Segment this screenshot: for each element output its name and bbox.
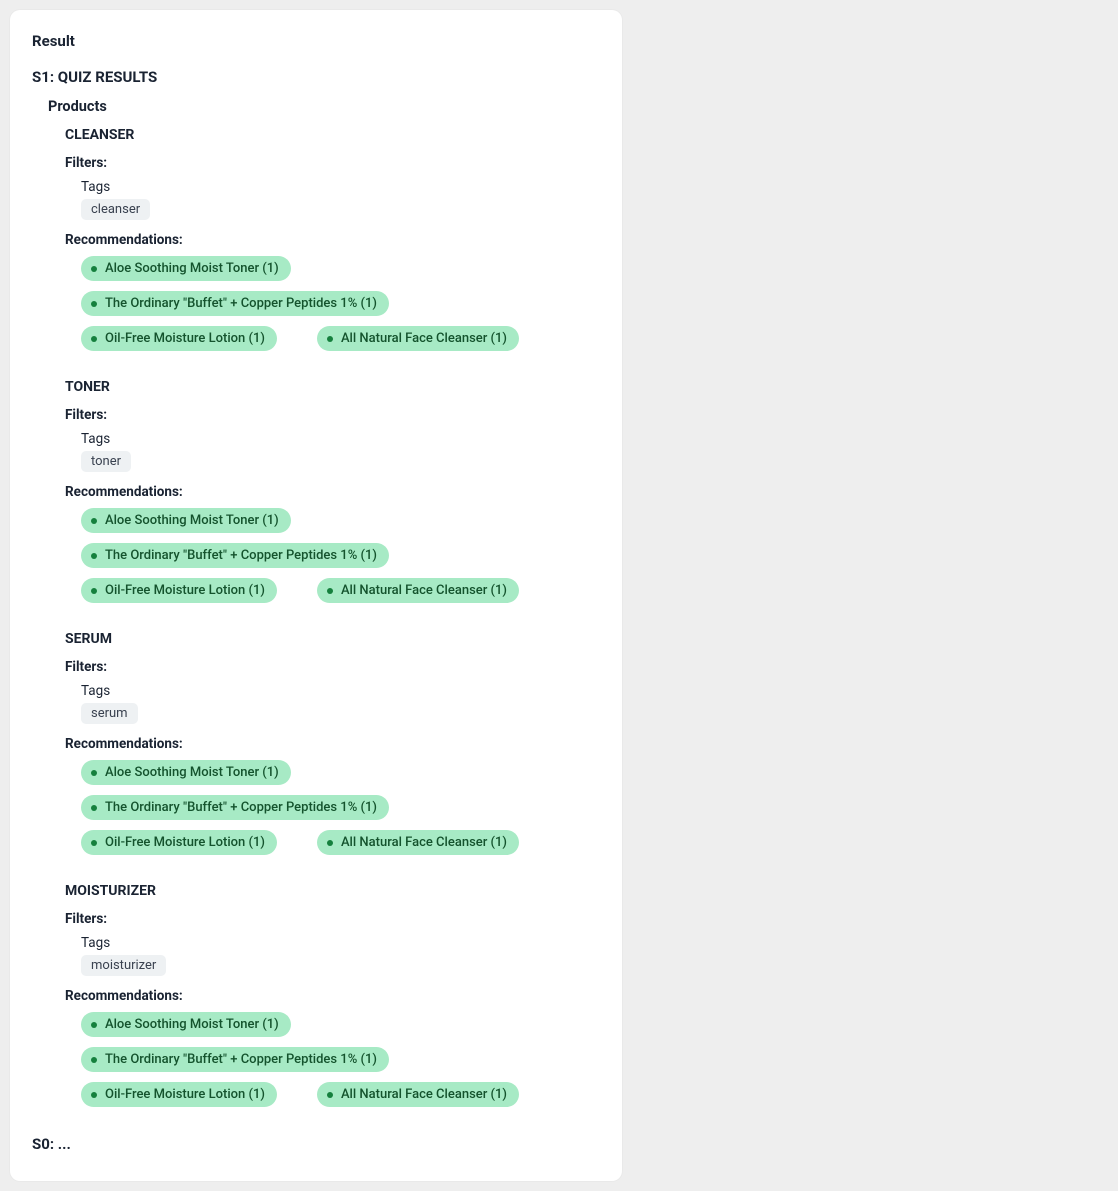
status-dot-icon: [91, 1092, 97, 1098]
recommendation-row: Aloe Soothing Moist Toner (1): [81, 1012, 600, 1037]
status-dot-icon: [91, 336, 97, 342]
recommendation-text: Aloe Soothing Moist Toner (1): [105, 765, 279, 780]
tags-label: Tags: [81, 179, 600, 195]
category-title: MOISTURIZER: [65, 883, 600, 899]
category-title: SERUM: [65, 631, 600, 647]
recommendation-chip[interactable]: Aloe Soothing Moist Toner (1): [81, 256, 291, 281]
status-dot-icon: [91, 1022, 97, 1028]
recommendation-chip[interactable]: Oil-Free Moisture Lotion (1): [81, 578, 277, 603]
filters-label: Filters:: [65, 407, 600, 423]
status-dot-icon: [91, 518, 97, 524]
recommendations-label: Recommendations:: [65, 484, 600, 500]
recommendation-row: The Ordinary "Buffet" + Copper Peptides …: [81, 795, 600, 820]
tags-label: Tags: [81, 683, 600, 699]
category-block: CLEANSER Filters: Tags cleanser Recommendati…: [65, 127, 600, 351]
footer-line: S0: ...: [32, 1135, 600, 1153]
recommendation-chip[interactable]: Aloe Soothing Moist Toner (1): [81, 760, 291, 785]
recommendation-text: Oil-Free Moisture Lotion (1): [105, 835, 265, 850]
recommendation-row: Aloe Soothing Moist Toner (1): [81, 760, 600, 785]
recommendation-row: Oil-Free Moisture Lotion (1) All Natural …: [81, 1082, 600, 1107]
status-dot-icon: [91, 266, 97, 272]
recommendation-text: All Natural Face Cleanser (1): [341, 583, 507, 598]
recommendation-row: Aloe Soothing Moist Toner (1): [81, 256, 600, 281]
status-dot-icon: [91, 805, 97, 811]
recommendation-chip[interactable]: Aloe Soothing Moist Toner (1): [81, 1012, 291, 1037]
filters-label: Filters:: [65, 659, 600, 675]
recommendation-row: Oil-Free Moisture Lotion (1) All Natural …: [81, 326, 600, 351]
tag-chip[interactable]: toner: [81, 451, 131, 472]
tag-chip[interactable]: cleanser: [81, 199, 150, 220]
recommendation-row: Oil-Free Moisture Lotion (1) All Natural …: [81, 578, 600, 603]
recommendation-text: Aloe Soothing Moist Toner (1): [105, 1017, 279, 1032]
category-block: SERUM Filters: Tags serum Recommendations: Al…: [65, 631, 600, 855]
category-title: TONER: [65, 379, 600, 395]
recommendation-chip[interactable]: Oil-Free Moisture Lotion (1): [81, 1082, 277, 1107]
status-dot-icon: [91, 553, 97, 559]
recommendation-text: The Ordinary "Buffet" + Copper Peptides …: [105, 296, 377, 311]
tag-chip[interactable]: serum: [81, 703, 138, 724]
recommendation-text: Oil-Free Moisture Lotion (1): [105, 583, 265, 598]
recommendation-chip[interactable]: All Natural Face Cleanser (1): [317, 830, 519, 855]
products-label: Products: [48, 98, 600, 115]
category-block: TONER Filters: Tags toner Recommendations: Al…: [65, 379, 600, 603]
recommendation-chip[interactable]: The Ordinary "Buffet" + Copper Peptides …: [81, 291, 389, 316]
category-block: MOISTURIZER Filters: Tags moisturizer Recomm…: [65, 883, 600, 1107]
status-dot-icon: [91, 588, 97, 594]
recommendation-row: Aloe Soothing Moist Toner (1): [81, 508, 600, 533]
recommendation-text: Aloe Soothing Moist Toner (1): [105, 513, 279, 528]
status-dot-icon: [327, 588, 333, 594]
tag-chip[interactable]: moisturizer: [81, 955, 166, 976]
recommendation-text: The Ordinary "Buffet" + Copper Peptides …: [105, 800, 377, 815]
recommendation-chip[interactable]: Oil-Free Moisture Lotion (1): [81, 830, 277, 855]
recommendation-chip[interactable]: The Ordinary "Buffet" + Copper Peptides …: [81, 543, 389, 568]
status-dot-icon: [91, 301, 97, 307]
card-title: Result: [32, 32, 600, 50]
recommendation-row: The Ordinary "Buffet" + Copper Peptides …: [81, 291, 600, 316]
recommendation-list: Aloe Soothing Moist Toner (1) The Ordinar…: [81, 256, 600, 351]
status-dot-icon: [327, 840, 333, 846]
recommendation-row: The Ordinary "Buffet" + Copper Peptides …: [81, 543, 600, 568]
recommendation-chip[interactable]: All Natural Face Cleanser (1): [317, 326, 519, 351]
categories-container: CLEANSER Filters: Tags cleanser Recommendati…: [32, 127, 600, 1107]
tags-label: Tags: [81, 935, 600, 951]
recommendation-text: Aloe Soothing Moist Toner (1): [105, 261, 279, 276]
tags-label: Tags: [81, 431, 600, 447]
result-card: Result S1: QUIZ RESULTS Products CLEANSE…: [10, 10, 622, 1181]
recommendation-text: Oil-Free Moisture Lotion (1): [105, 1087, 265, 1102]
status-dot-icon: [91, 840, 97, 846]
recommendations-label: Recommendations:: [65, 988, 600, 1004]
recommendation-chip[interactable]: All Natural Face Cleanser (1): [317, 1082, 519, 1107]
recommendation-row: Oil-Free Moisture Lotion (1) All Natural …: [81, 830, 600, 855]
recommendation-list: Aloe Soothing Moist Toner (1) The Ordinar…: [81, 508, 600, 603]
recommendation-row: The Ordinary "Buffet" + Copper Peptides …: [81, 1047, 600, 1072]
recommendation-chip[interactable]: All Natural Face Cleanser (1): [317, 578, 519, 603]
recommendation-chip[interactable]: Aloe Soothing Moist Toner (1): [81, 508, 291, 533]
recommendation-chip[interactable]: The Ordinary "Buffet" + Copper Peptides …: [81, 795, 389, 820]
recommendation-list: Aloe Soothing Moist Toner (1) The Ordinar…: [81, 1012, 600, 1107]
category-title: CLEANSER: [65, 127, 600, 143]
recommendation-text: The Ordinary "Buffet" + Copper Peptides …: [105, 548, 377, 563]
recommendation-chip[interactable]: The Ordinary "Buffet" + Copper Peptides …: [81, 1047, 389, 1072]
recommendation-text: The Ordinary "Buffet" + Copper Peptides …: [105, 1052, 377, 1067]
status-dot-icon: [91, 1057, 97, 1063]
recommendation-text: All Natural Face Cleanser (1): [341, 1087, 507, 1102]
status-dot-icon: [91, 770, 97, 776]
status-dot-icon: [327, 336, 333, 342]
recommendation-chip[interactable]: Oil-Free Moisture Lotion (1): [81, 326, 277, 351]
recommendation-text: Oil-Free Moisture Lotion (1): [105, 331, 265, 346]
recommendations-label: Recommendations:: [65, 232, 600, 248]
section-title: S1: QUIZ RESULTS: [32, 68, 600, 86]
filters-label: Filters:: [65, 911, 600, 927]
filters-label: Filters:: [65, 155, 600, 171]
recommendation-text: All Natural Face Cleanser (1): [341, 331, 507, 346]
recommendations-label: Recommendations:: [65, 736, 600, 752]
recommendation-list: Aloe Soothing Moist Toner (1) The Ordinar…: [81, 760, 600, 855]
recommendation-text: All Natural Face Cleanser (1): [341, 835, 507, 850]
status-dot-icon: [327, 1092, 333, 1098]
